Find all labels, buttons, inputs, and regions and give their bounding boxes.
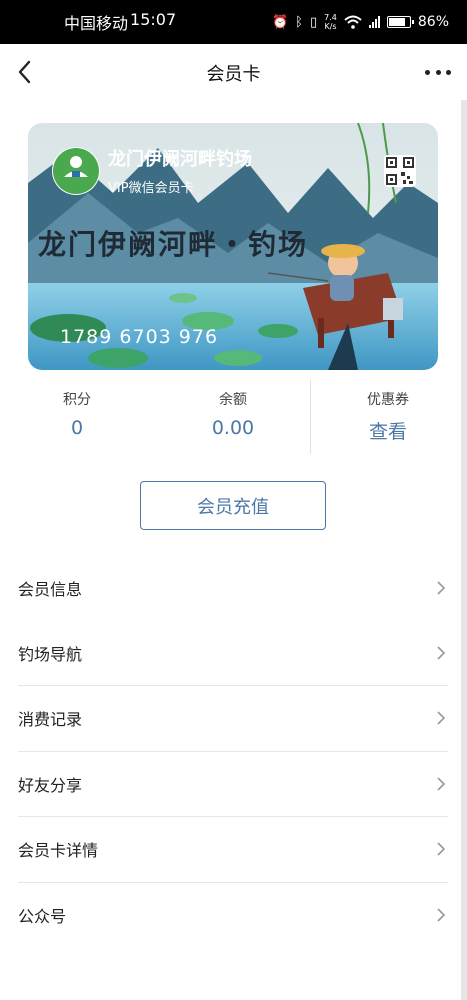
balance-label: 余额 — [219, 392, 247, 408]
bluetooth-icon: ᛒ — [295, 14, 303, 30]
club-logo — [52, 147, 100, 195]
points-label: 积分 — [63, 392, 91, 408]
card-merchant-name: 龙门伊阙河畔钓场 — [108, 149, 252, 170]
menu-item-member-info[interactable]: 会员信息 — [18, 555, 448, 621]
status-right: ⏰ ᛒ ▯ 7.4 K/s 86% — [272, 13, 449, 31]
points-value: 0 — [70, 417, 84, 439]
points-stat[interactable]: 积分 0 — [17, 380, 137, 439]
menu-item-share[interactable]: 好友分享 — [18, 752, 448, 817]
network-speed-value: 7.4 — [324, 13, 337, 22]
member-menu: 会员信息 钓场导航 消费记录 好友分享 会员卡详情 公众号 — [18, 555, 448, 948]
menu-item-purchase-history[interactable]: 消费记录 — [18, 686, 448, 752]
card-calligraphy-title: 龙门伊阙河畔・钓场 — [38, 228, 309, 261]
chevron-right-icon — [437, 842, 446, 856]
menu-item-navigation[interactable]: 钓场导航 — [18, 621, 448, 686]
menu-item-label: 好友分享 — [18, 775, 83, 795]
coupon-view-link[interactable]: 查看 — [328, 417, 448, 444]
menu-item-label: 会员卡详情 — [18, 841, 99, 861]
menu-item-card-details[interactable]: 会员卡详情 — [18, 817, 448, 883]
coupon-label: 优惠券 — [367, 392, 409, 408]
status-bar: 中国移动 15:07 ⏰ ᛒ ▯ 7.4 K/s 86% — [0, 0, 467, 44]
vibrate-icon: ▯ — [309, 14, 318, 30]
chevron-right-icon — [437, 908, 446, 922]
member-card[interactable]: 龙门伊阙河畔钓场 VIP微信会员卡 龙门伊阙河畔・钓场 1789 6703 97… — [28, 123, 438, 370]
wifi-icon — [344, 15, 362, 29]
more-menu-icon[interactable] — [425, 62, 451, 82]
qr-code-icon[interactable] — [384, 155, 416, 187]
carrier-name: 中国移动 — [64, 14, 129, 33]
card-type: VIP微信会员卡 — [108, 181, 194, 196]
card-number: 1789 6703 976 — [60, 326, 219, 348]
chevron-right-icon — [437, 581, 446, 595]
network-speed-unit: K/s — [324, 22, 337, 31]
network-speed: 7.4 K/s — [324, 13, 337, 31]
clock: 15:07 — [130, 10, 177, 29]
stats-divider — [310, 380, 311, 454]
menu-item-label: 消费记录 — [18, 710, 83, 730]
battery-percent: 86% — [417, 14, 449, 30]
chevron-right-icon — [437, 711, 446, 725]
balance-stat[interactable]: 余额 0.00 — [173, 380, 293, 439]
chevron-right-icon — [437, 777, 446, 791]
member-stats: 积分 0 余额 0.00 优惠券 查看 — [0, 380, 467, 456]
balance-value: 0.00 — [211, 417, 255, 439]
menu-item-label: 钓场导航 — [18, 644, 83, 664]
page-title: 会员卡 — [206, 64, 261, 85]
battery-icon — [386, 16, 414, 28]
chevron-right-icon — [437, 646, 446, 660]
alarm-icon: ⏰ — [271, 14, 289, 30]
recharge-button[interactable]: 会员充值 — [140, 481, 326, 530]
signal-icon — [368, 16, 380, 28]
menu-item-label: 公众号 — [18, 907, 67, 927]
menu-item-official-account[interactable]: 公众号 — [18, 883, 448, 949]
nav-bar: 会员卡 — [0, 44, 467, 100]
status-left: 中国移动 15:07 — [64, 10, 176, 34]
coupon-stat[interactable]: 优惠券 查看 — [328, 380, 448, 444]
menu-item-label: 会员信息 — [18, 579, 83, 599]
scrollbar[interactable] — [461, 100, 467, 1000]
